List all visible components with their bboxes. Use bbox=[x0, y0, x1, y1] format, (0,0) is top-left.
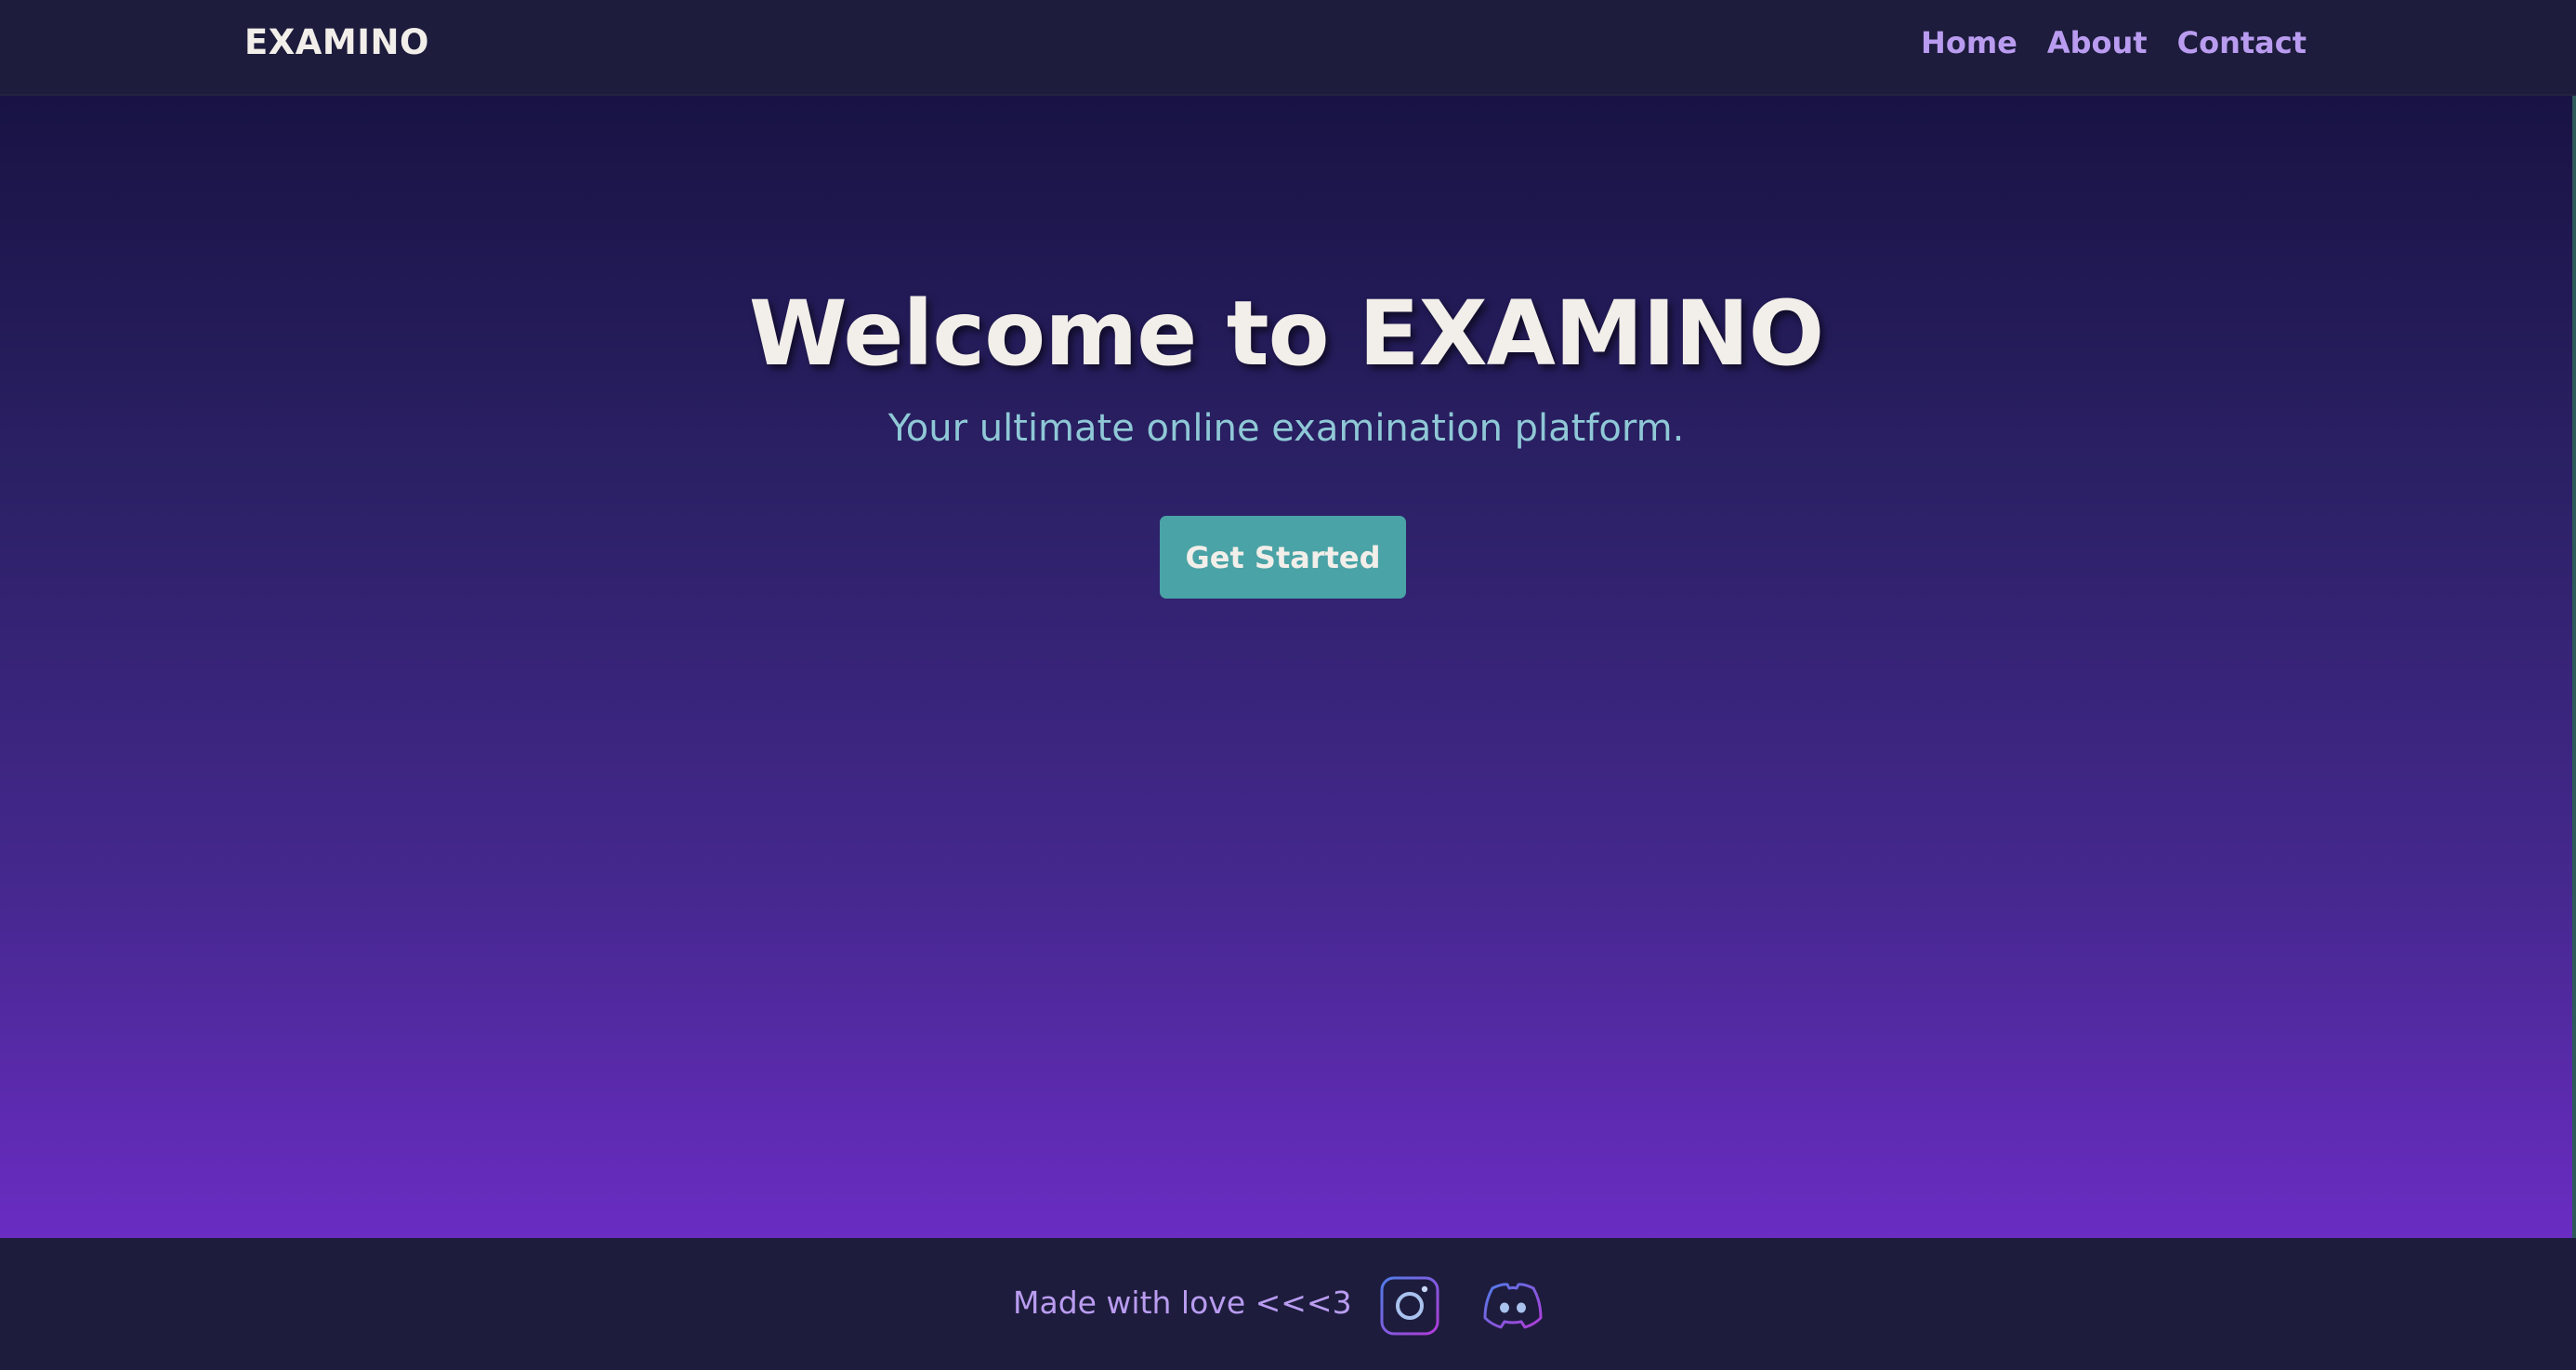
nav-home-link[interactable]: Home bbox=[1921, 25, 2017, 60]
footer-text: Made with love <<<3 bbox=[1013, 1284, 1352, 1321]
hero-section: Welcome to EXAMINO Your ultimate online … bbox=[0, 96, 2572, 1238]
get-started-button[interactable]: Get Started bbox=[1160, 516, 1406, 599]
brand-logo[interactable]: EXAMINO bbox=[244, 22, 429, 62]
scrollbar-track bbox=[2572, 96, 2576, 1238]
discord-icon[interactable] bbox=[1479, 1275, 1543, 1337]
hero-title: Welcome to EXAMINO bbox=[748, 282, 1824, 386]
hero-subtitle: Your ultimate online examination platfor… bbox=[887, 407, 1685, 450]
nav-contact-link[interactable]: Contact bbox=[2177, 25, 2307, 60]
nav-about-link[interactable]: About bbox=[2047, 25, 2148, 60]
instagram-icon[interactable] bbox=[1379, 1275, 1440, 1337]
nav-links: Home About Contact bbox=[1921, 25, 2307, 60]
footer: Made with love <<<3 bbox=[0, 1238, 2576, 1370]
page: EXAMINO Home About Contact Welcome to EX… bbox=[0, 0, 2576, 1370]
navbar: EXAMINO Home About Contact bbox=[0, 0, 2576, 96]
